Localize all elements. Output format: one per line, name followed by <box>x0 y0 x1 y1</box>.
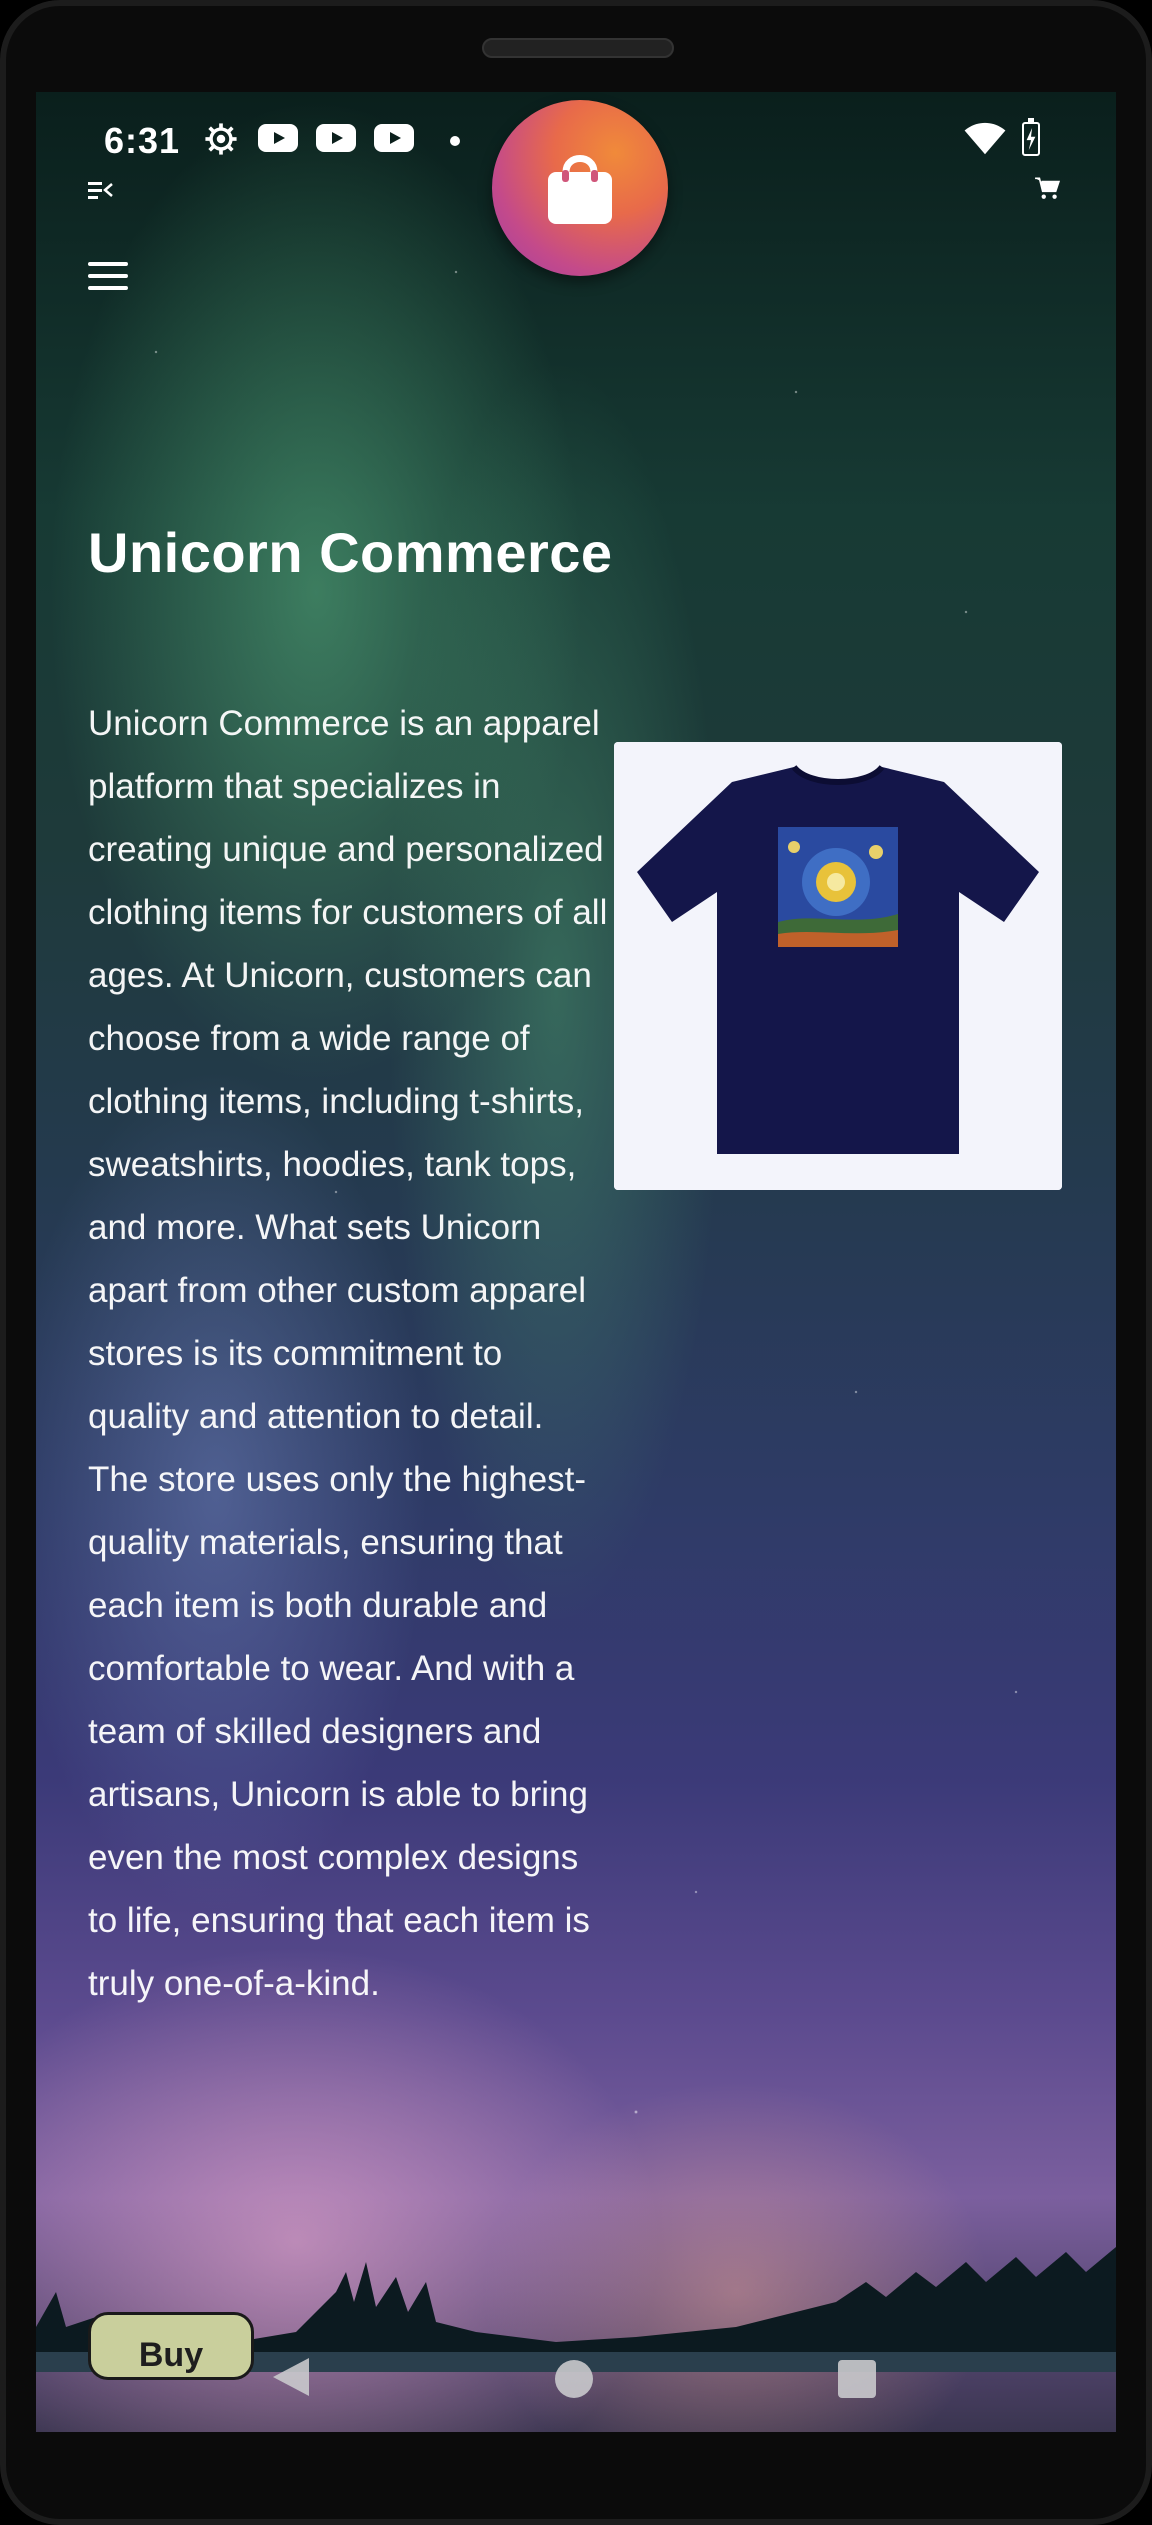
cart-icon <box>1035 177 1060 199</box>
app-screen: 6:31 Unicorn Commerce Unicorn Commerce i… <box>36 92 1116 2432</box>
description-text: Unicorn Commerce is an apparel platform … <box>88 704 608 2003</box>
settings-gear-icon <box>205 123 237 155</box>
youtube-icon <box>316 124 356 152</box>
earpiece-speaker <box>482 38 674 58</box>
recents-icon[interactable] <box>838 2360 876 2398</box>
back-icon[interactable] <box>271 2356 311 2398</box>
notification-dot-icon <box>450 136 460 146</box>
hamburger-menu-icon[interactable] <box>88 262 128 292</box>
youtube-icon <box>258 124 298 152</box>
youtube-icon <box>374 124 414 152</box>
navigation-bar <box>36 2322 1116 2432</box>
status-time: 6:31 <box>104 120 181 161</box>
media-queue-icon <box>88 182 113 199</box>
product-image[interactable] <box>614 742 1062 1190</box>
t-shirt-image <box>614 742 1062 1190</box>
page-title: Unicorn Commerce <box>88 521 613 584</box>
phone-frame: 6:31 Unicorn Commerce Unicorn Commerce i… <box>0 0 1152 2525</box>
app-logo[interactable] <box>492 100 668 276</box>
battery-charging-icon <box>1022 118 1040 156</box>
wifi-icon <box>964 122 1006 155</box>
shopping-bag-icon <box>548 155 612 224</box>
home-icon[interactable] <box>555 2360 593 2398</box>
